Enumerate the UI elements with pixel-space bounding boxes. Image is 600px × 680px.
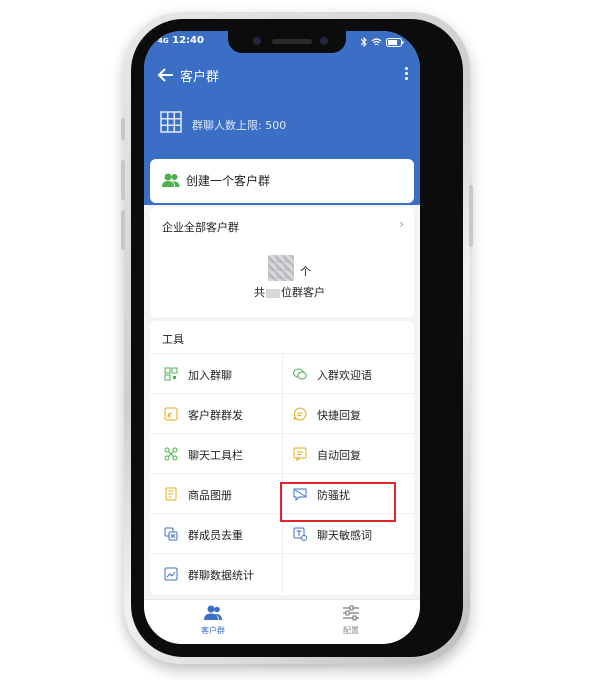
- sensor: [320, 37, 328, 45]
- member-dedupe-icon: [164, 527, 178, 541]
- group-count-unit: 个: [300, 265, 311, 278]
- battery-icon: [386, 37, 404, 47]
- add-people-icon: [162, 173, 180, 187]
- member-limit-text: 群聊人数上限: 500: [192, 119, 287, 132]
- tab-bar: 客户群 配置: [144, 599, 420, 644]
- tool-label: 聊天工具栏: [188, 449, 243, 462]
- tool-quick-reply[interactable]: 快捷回复: [282, 393, 414, 433]
- back-arrow-icon[interactable]: [156, 65, 176, 85]
- customer-summary: 共 位群客户: [254, 284, 325, 300]
- all-groups-card[interactable]: 企业全部客户群 › 个 共 位群客户: [150, 207, 414, 317]
- volume-up-button: [121, 160, 125, 200]
- volume-down-button: [121, 210, 125, 250]
- tab-label: 配置: [343, 626, 359, 635]
- tool-label: 快捷回复: [317, 409, 361, 422]
- stats-chart-icon: [164, 567, 178, 581]
- sensitive-word-icon: [293, 527, 307, 541]
- quick-reply-icon: [293, 407, 307, 421]
- tool-auto-reply[interactable]: 自动回复: [282, 433, 414, 473]
- tool-product-catalog[interactable]: 商品图册: [150, 473, 282, 513]
- tool-label: 自动回复: [317, 449, 361, 462]
- people-icon: [204, 605, 222, 620]
- tools-title: 工具: [162, 333, 184, 346]
- tab-settings[interactable]: 配置: [282, 600, 420, 644]
- more-options-icon[interactable]: [400, 65, 412, 85]
- tool-empty-slot: [282, 553, 414, 593]
- catalog-icon: [165, 487, 177, 501]
- tab-label: 客户群: [201, 626, 225, 635]
- tool-welcome-message[interactable]: 入群欢迎语: [282, 353, 414, 393]
- tool-label: 群聊数据统计: [188, 569, 254, 582]
- bluetooth-icon: [361, 37, 367, 47]
- tool-label: 群成员去重: [188, 529, 243, 542]
- camera-notch: [228, 31, 346, 53]
- qr-code-icon: [164, 367, 178, 381]
- chat-bubbles-icon: [293, 368, 307, 380]
- power-button: [469, 185, 473, 247]
- tool-group-broadcast[interactable]: 客户群群发: [150, 393, 282, 433]
- status-time: 4G 12:40: [158, 35, 204, 46]
- tool-group-stats[interactable]: 群聊数据统计: [150, 553, 282, 593]
- toolbar-icon: [164, 447, 178, 461]
- signal-label: 4G: [158, 37, 169, 45]
- grid-icon: [160, 111, 182, 133]
- broadcast-icon: [164, 407, 178, 421]
- create-group-label: 创建一个客户群: [186, 174, 271, 188]
- earpiece-speaker: [272, 39, 312, 44]
- settings-sliders-icon: [343, 605, 359, 621]
- phone-screen: 4G 12:40 客户群 群聊人数上限: 500 创建一个客户群 企业全部客户群…: [144, 31, 420, 644]
- blurred-group-count: [268, 255, 294, 281]
- auto-reply-icon: [293, 447, 307, 461]
- summary-suffix: 位群客户: [281, 286, 325, 299]
- page-title: 客户群: [180, 70, 220, 85]
- all-groups-title: 企业全部客户群: [162, 221, 239, 234]
- create-group-button[interactable]: 创建一个客户群: [150, 159, 414, 203]
- highlight-box: [280, 482, 396, 522]
- tool-label: 入群欢迎语: [317, 369, 372, 382]
- tool-label: 聊天敏感词: [317, 529, 372, 542]
- tool-label: 加入群聊: [188, 369, 232, 382]
- tools-card: 工具 加入群聊 入群欢迎语 客户群群发 快捷回复 聊天工具栏 自动回复 商品图册…: [150, 321, 414, 595]
- status-icons: [361, 37, 404, 47]
- front-camera: [253, 37, 261, 45]
- tab-customer-groups[interactable]: 客户群: [144, 600, 282, 644]
- tool-join-group[interactable]: 加入群聊: [150, 353, 282, 393]
- wifi-icon: [371, 37, 382, 45]
- summary-prefix: 共: [254, 286, 265, 299]
- blurred-customer-count: [266, 288, 280, 298]
- mute-switch: [121, 118, 125, 140]
- chevron-right-icon: ›: [399, 217, 404, 231]
- tool-chat-toolbar[interactable]: 聊天工具栏: [150, 433, 282, 473]
- tool-label: 客户群群发: [188, 409, 243, 422]
- tool-member-dedupe[interactable]: 群成员去重: [150, 513, 282, 553]
- clock: 12:40: [172, 35, 204, 46]
- tool-label: 商品图册: [188, 489, 232, 502]
